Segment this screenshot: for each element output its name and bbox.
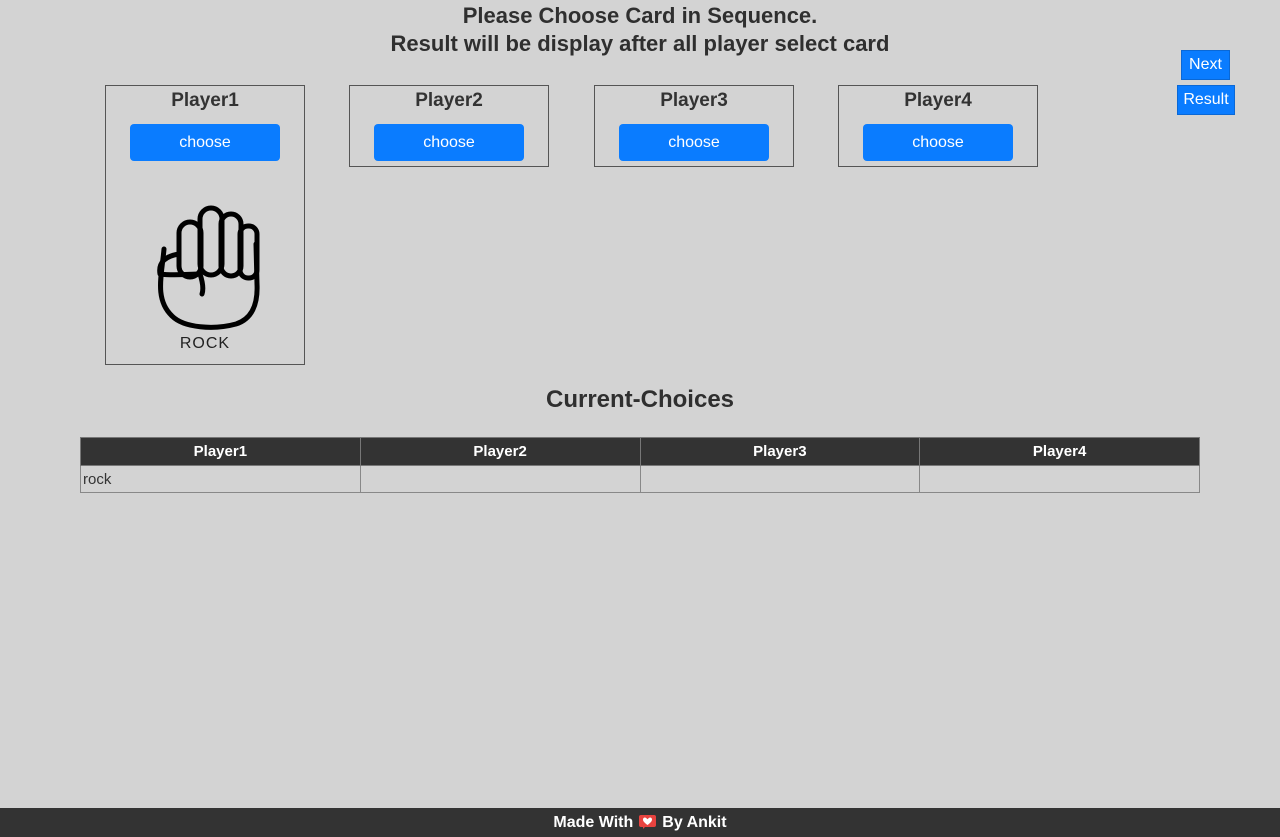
- player-name: Player4: [904, 90, 972, 111]
- table-cell: [919, 465, 1200, 493]
- player-name: Player3: [660, 90, 728, 111]
- heart-icon: [639, 815, 657, 829]
- current-choices-title: Current-Choices: [545, 386, 735, 413]
- footer-made-with: Made With: [553, 813, 634, 831]
- column-header: Player3: [639, 437, 921, 466]
- card-label: ROCK: [179, 335, 231, 352]
- choose-button-player2[interactable]: choose: [374, 124, 524, 161]
- column-header: Player4: [919, 437, 1200, 466]
- choose-button-player3[interactable]: choose: [619, 124, 769, 161]
- table-cell: [359, 465, 641, 493]
- rock-fist-icon: [157, 205, 260, 330]
- footer: Made With By Ankit: [0, 808, 1280, 837]
- table-header-row: Player1 Player2 Player3 Player4: [80, 437, 1200, 466]
- instruction-line-1: Please Choose Card in Sequence.: [462, 3, 818, 28]
- choose-button-player4[interactable]: choose: [863, 124, 1013, 161]
- table-cell: rock: [80, 465, 361, 493]
- player-card-2: Player2 choose: [349, 85, 549, 167]
- player-card-3: Player3 choose: [594, 85, 794, 167]
- choose-button-player1[interactable]: choose: [130, 124, 280, 161]
- table-row: rock: [80, 465, 1200, 493]
- player-name: Player1: [171, 90, 239, 111]
- column-header: Player2: [359, 437, 641, 466]
- player-card-1: Player1 choose ROCK: [105, 85, 305, 365]
- page-heading: Please Choose Card in Sequence. Result w…: [0, 2, 1280, 58]
- column-header: Player1: [80, 437, 361, 466]
- table-cell: [639, 465, 921, 493]
- player-name: Player2: [415, 90, 483, 111]
- result-button[interactable]: Result: [1177, 85, 1235, 115]
- player-card-4: Player4 choose: [838, 85, 1038, 167]
- current-choices-table: Player1 Player2 Player3 Player4 rock: [80, 437, 1200, 493]
- instruction-line-2: Result will be display after all player …: [390, 31, 890, 56]
- footer-author: By Ankit: [662, 813, 727, 831]
- next-button[interactable]: Next: [1181, 50, 1230, 80]
